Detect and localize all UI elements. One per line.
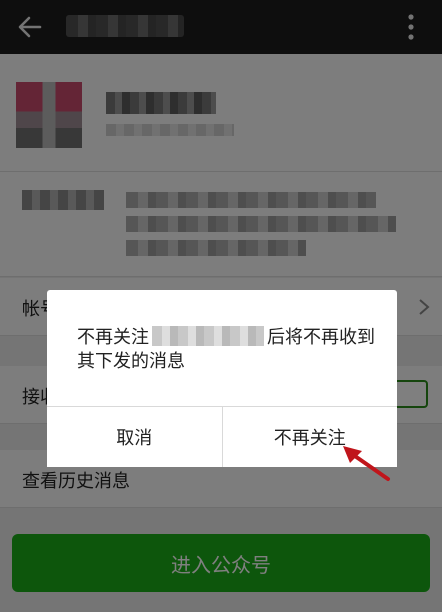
dialog-message-prefix: 不再关注 [77,327,149,348]
account-name-redacted [152,326,264,346]
cancel-button[interactable]: 取消 [47,407,222,467]
dialog-message: 不再关注 后将不再收到其下发的消息 [77,326,377,374]
pointer-arrow-icon [343,446,390,481]
